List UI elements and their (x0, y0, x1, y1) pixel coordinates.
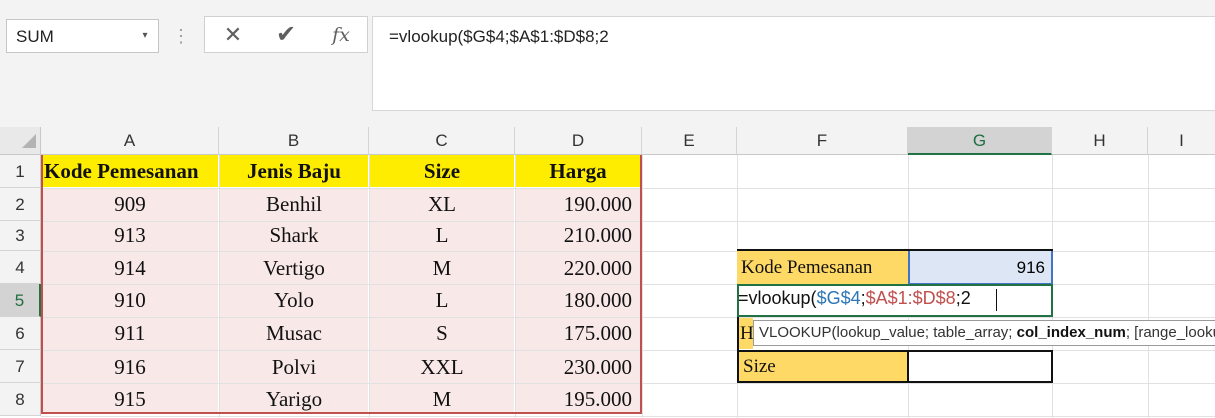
cell-f4[interactable]: Kode Pemesanan (737, 251, 908, 284)
name-box[interactable]: SUM (6, 19, 159, 53)
formula-ref-g4: $G$4 (816, 288, 861, 308)
row-header-3[interactable]: 3 (0, 221, 41, 251)
tooltip-current-arg[interactable]: col_index_num (1017, 324, 1126, 341)
row-header-7[interactable]: 7 (0, 350, 41, 383)
tooltip-text: VLOOKUP(lookup_value; table_array; (759, 324, 1017, 341)
formula-ref-range: $A$1:$D$8 (865, 288, 956, 308)
column-header-g[interactable]: G (908, 127, 1052, 155)
column-header-h[interactable]: H (1052, 127, 1148, 155)
select-all-triangle-icon (22, 134, 36, 148)
cell-f6[interactable]: H (739, 318, 754, 349)
gridline (41, 416, 1215, 417)
formula-prefix: =vlookup( (738, 288, 817, 308)
lookup-table-border (737, 317, 739, 350)
vertical-dots-icon: ⋮ (172, 26, 190, 46)
column-header-a[interactable]: A (41, 127, 219, 155)
column-header-b[interactable]: B (219, 127, 369, 155)
chevron-down-icon[interactable]: ▾ (138, 26, 152, 46)
formula-input[interactable]: =vlookup($G$4;$A$1:$D$8;2 (372, 16, 1215, 111)
column-header-e[interactable]: E (642, 127, 737, 155)
lookup-table-border (737, 249, 1053, 251)
tooltip-rest: ; [range_lookup]) (1125, 324, 1215, 341)
column-header-i[interactable]: I (1148, 127, 1215, 155)
row-header-6[interactable]: 6 (0, 317, 41, 350)
gridline (642, 155, 643, 418)
row-header-5[interactable]: 5 (0, 284, 41, 317)
cell-f5-edit-text[interactable]: =vlookup($G$4;$A$1:$D$8;2 (738, 288, 971, 309)
row-header-8[interactable]: 8 (0, 383, 41, 416)
lookup-table-border (737, 350, 1053, 383)
column-header-c[interactable]: C (369, 127, 515, 155)
cancel-icon[interactable]: ✕ (218, 20, 248, 50)
reference-highlight-g4 (908, 249, 1053, 285)
formula-suffix: ;2 (955, 288, 971, 308)
column-header-f[interactable]: F (737, 127, 908, 155)
column-header-d[interactable]: D (515, 127, 642, 155)
range-reference-highlight (41, 155, 642, 414)
function-tooltip[interactable]: VLOOKUP(lookup_value; table_array; col_i… (753, 320, 1215, 346)
row-header-4[interactable]: 4 (0, 251, 41, 284)
lookup-table-divider (907, 350, 909, 383)
gridline (1148, 155, 1149, 418)
row-header-2[interactable]: 2 (0, 188, 41, 221)
enter-check-icon[interactable]: ✔ (271, 20, 301, 50)
text-caret (996, 289, 997, 311)
row-header-1[interactable]: 1 (0, 155, 41, 188)
insert-function-icon[interactable]: fx (326, 20, 356, 50)
